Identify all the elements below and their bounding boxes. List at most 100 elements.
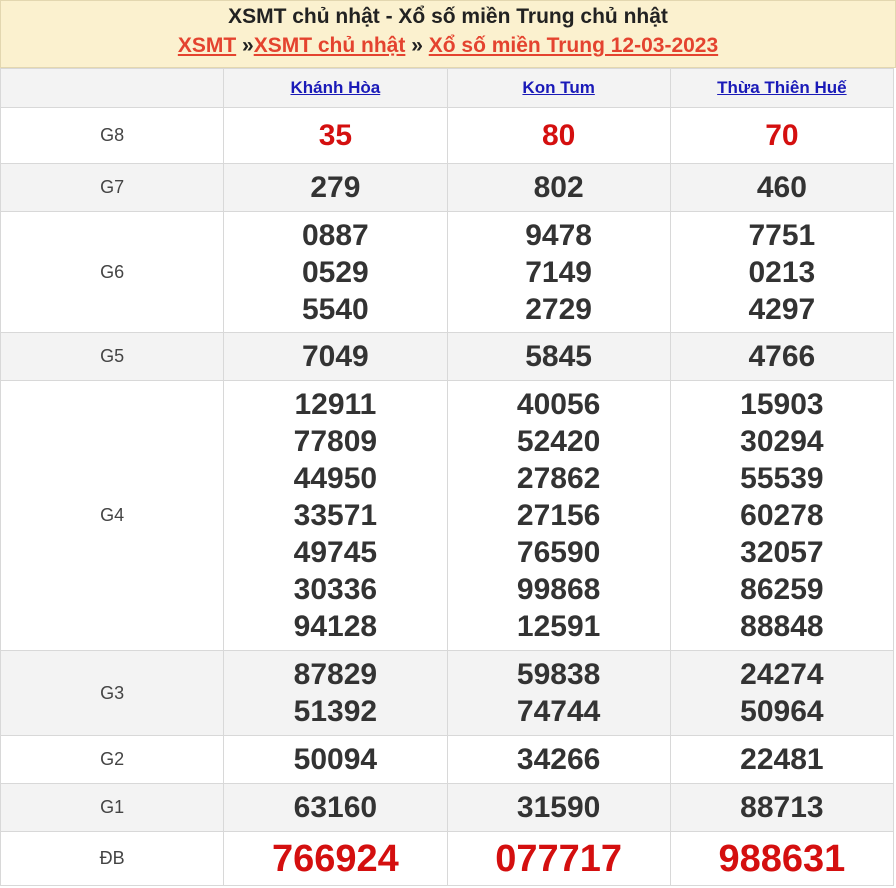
- result-number: 70: [765, 119, 799, 152]
- result-cell: 31590: [446, 783, 671, 832]
- result-number: 32057: [740, 536, 824, 569]
- result-cell: 63160: [223, 783, 448, 832]
- prize-label: G7: [0, 163, 225, 212]
- result-number: 0213: [748, 255, 816, 289]
- result-number: 50094: [293, 743, 378, 776]
- result-number: 63160: [293, 791, 378, 824]
- prize-label: G3: [0, 650, 225, 736]
- prize-label: ĐB: [0, 831, 225, 886]
- result-cell: 70: [669, 107, 895, 164]
- result-cell: 35: [223, 107, 448, 164]
- result-number: 0529: [302, 255, 369, 289]
- prize-row: G4 12911 77809 44950 33571 49745 30336 94128 400…: [0, 380, 895, 651]
- result-cell: 80: [446, 107, 671, 164]
- result-number: 44950: [293, 462, 378, 495]
- result-number: 7049: [302, 340, 369, 373]
- result-number: 88848: [740, 610, 824, 643]
- result-number: 0887: [302, 218, 369, 252]
- result-number: 279: [310, 171, 361, 204]
- province-link[interactable]: Thừa Thiên Huế: [717, 78, 846, 97]
- result-number: 50964: [740, 695, 824, 728]
- result-cell: 766924: [223, 831, 448, 886]
- result-number: 2729: [525, 292, 592, 326]
- province-header-thua-thien-hue: Thừa Thiên Huế: [669, 68, 895, 108]
- prize-row: G6 0887 0529 5540 9478 7149 2729 7751 0213 4297: [0, 211, 895, 333]
- breadcrumb: XSMT »XSMT chủ nhật » Xổ số miền Trung 1…: [1, 34, 895, 58]
- result-number: 77809: [293, 425, 378, 458]
- result-number: 80: [541, 119, 576, 152]
- result-number: 88713: [740, 791, 824, 824]
- result-cell: 802: [446, 163, 671, 212]
- result-cell: 4766: [669, 332, 895, 381]
- result-number: 4766: [748, 340, 816, 373]
- breadcrumb-link-xsmt-sunday[interactable]: XSMT chủ nhật: [254, 34, 406, 57]
- result-number: 49745: [293, 536, 378, 569]
- prize-row: G8 35 80 70: [0, 107, 895, 164]
- result-cell: 279: [223, 163, 448, 212]
- result-cell: 988631: [669, 831, 895, 886]
- result-cell: 5845: [446, 332, 671, 381]
- result-number: 94128: [293, 610, 378, 643]
- result-number: 51392: [293, 695, 378, 728]
- province-link[interactable]: Khánh Hòa: [291, 78, 381, 97]
- result-number: 76590: [516, 536, 601, 569]
- result-number: 30336: [293, 573, 378, 606]
- prize-row: G5 7049 5845 4766: [0, 332, 895, 381]
- result-number: 4297: [748, 292, 816, 326]
- result-number: 87829: [293, 658, 378, 691]
- prize-label: G4: [0, 380, 225, 651]
- result-cell: 87829 51392: [223, 650, 448, 736]
- breadcrumb-link-date[interactable]: Xổ số miền Trung 12-03-2023: [429, 34, 718, 57]
- province-header-khanh-hoa: Khánh Hòa: [223, 68, 448, 108]
- result-number: 55539: [740, 462, 824, 495]
- result-number: 7751: [748, 218, 816, 252]
- result-cell: 9478 7149 2729: [446, 211, 671, 333]
- result-number: 34266: [516, 743, 601, 776]
- prize-row: G7 279 802 460: [0, 163, 895, 212]
- prize-row: ĐB 766924 077717 988631: [0, 831, 895, 886]
- results-header: XSMT chủ nhật - Xổ số miền Trung chủ nhậ…: [0, 0, 896, 68]
- result-cell: 40056 52420 27862 27156 76590 99868 12591: [446, 380, 671, 651]
- prize-row: G2 50094 34266 22481: [0, 735, 895, 784]
- result-number: 24274: [740, 658, 824, 691]
- prize-row: G3 87829 51392 59838 74744 24274 50964: [0, 650, 895, 736]
- result-cell: 7049: [223, 332, 448, 381]
- prize-label: G6: [0, 211, 225, 333]
- page-title: XSMT chủ nhật - Xổ số miền Trung chủ nhậ…: [228, 5, 668, 28]
- result-number: 7149: [525, 255, 592, 289]
- result-number: 31590: [516, 791, 601, 824]
- result-cell: 59838 74744: [446, 650, 671, 736]
- results-page: XSMT chủ nhật - Xổ số miền Trung chủ nhậ…: [0, 0, 896, 888]
- result-number: 5540: [302, 292, 369, 326]
- result-number: 86259: [740, 573, 824, 606]
- province-header-kon-tum: Kon Tum: [446, 68, 671, 108]
- results-table: Khánh Hòa Kon Tum Thừa Thiên Huế G8 35 80 7…: [0, 68, 895, 886]
- result-number: 99868: [516, 573, 601, 606]
- prize-label: G8: [0, 107, 225, 164]
- result-number: 60278: [740, 499, 824, 532]
- prize-row: G1 63160 31590 88713: [0, 783, 895, 832]
- result-number: 52420: [516, 425, 601, 458]
- result-cell: 88713: [669, 783, 895, 832]
- result-cell: 22481: [669, 735, 895, 784]
- breadcrumb-link-xsmt[interactable]: XSMT: [178, 34, 236, 57]
- result-number: 12591: [516, 610, 601, 643]
- result-number: 766924: [271, 837, 399, 880]
- result-number: 59838: [516, 658, 601, 691]
- result-cell: 34266: [446, 735, 671, 784]
- result-number: 9478: [525, 218, 592, 252]
- result-number: 077717: [495, 837, 623, 880]
- result-number: 33571: [293, 499, 378, 532]
- result-number: 12911: [294, 388, 377, 421]
- result-number: 74744: [516, 695, 601, 728]
- result-number: 988631: [718, 837, 846, 880]
- breadcrumb-separator: »: [405, 34, 429, 57]
- result-number: 460: [756, 171, 807, 204]
- province-link[interactable]: Kon Tum: [522, 78, 594, 97]
- result-number: 27156: [516, 499, 601, 532]
- result-cell: 077717: [446, 831, 671, 886]
- result-number: 30294: [740, 425, 824, 458]
- result-cell: 24274 50964: [669, 650, 895, 736]
- prize-label: G5: [0, 332, 225, 381]
- result-number: 22481: [740, 743, 824, 776]
